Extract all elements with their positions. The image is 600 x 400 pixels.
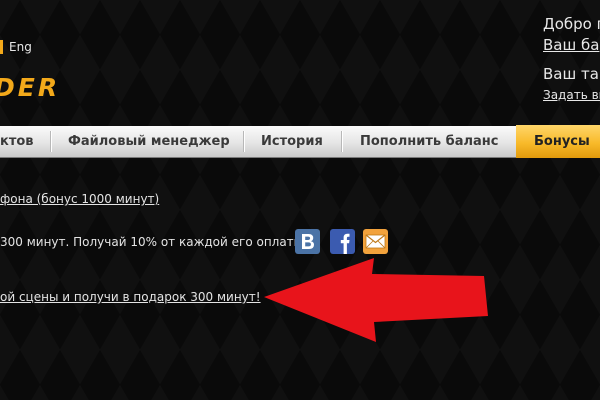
vk-share-button[interactable] bbox=[295, 229, 320, 254]
mail-share-button[interactable] bbox=[363, 229, 388, 254]
facebook-icon bbox=[330, 229, 355, 254]
mail-icon bbox=[363, 229, 388, 254]
nav-separator bbox=[50, 131, 52, 152]
nav-item-bonuses[interactable]: Бонусы bbox=[516, 125, 600, 158]
user-panel: Добро п Ваш ба Ваш тар Задать вы bbox=[543, 14, 600, 106]
greeting-text: Добро п bbox=[543, 15, 600, 33]
tariff-text: Ваш тар bbox=[543, 65, 600, 83]
site-logo[interactable]: DER bbox=[0, 70, 94, 104]
language-switch[interactable]: Eng bbox=[0, 38, 32, 56]
bonus-phone-link[interactable]: фона (бонус 1000 минут) bbox=[0, 192, 159, 206]
scene-gift-link[interactable]: ой сцены и получи в подарок 300 минут! bbox=[0, 290, 261, 304]
main-nav: ктов Файловый менеджер История Пополнить… bbox=[0, 125, 600, 158]
facebook-share-button[interactable] bbox=[330, 229, 355, 254]
vk-icon bbox=[295, 229, 320, 254]
set-tariff-link[interactable]: Задать вы bbox=[543, 85, 600, 106]
nav-item-file-manager[interactable]: Файловый менеджер bbox=[68, 126, 230, 157]
logo-text: DER bbox=[0, 73, 60, 102]
nav-item-history[interactable]: История bbox=[261, 126, 323, 157]
balance-link[interactable]: Ваш ба bbox=[543, 35, 600, 56]
nav-separator bbox=[243, 131, 245, 152]
nav-separator bbox=[341, 131, 343, 152]
nav-item-top-up[interactable]: Пополнить баланс bbox=[360, 126, 498, 157]
flag-icon bbox=[0, 40, 3, 54]
referral-text: 300 минут. Получай 10% от каждой его опл… bbox=[0, 235, 307, 249]
red-arrow-icon bbox=[264, 258, 488, 342]
language-label[interactable]: Eng bbox=[9, 40, 32, 54]
nav-item-contacts[interactable]: ктов bbox=[0, 126, 34, 157]
nav-item-bonuses-label: Бонусы bbox=[534, 134, 590, 149]
